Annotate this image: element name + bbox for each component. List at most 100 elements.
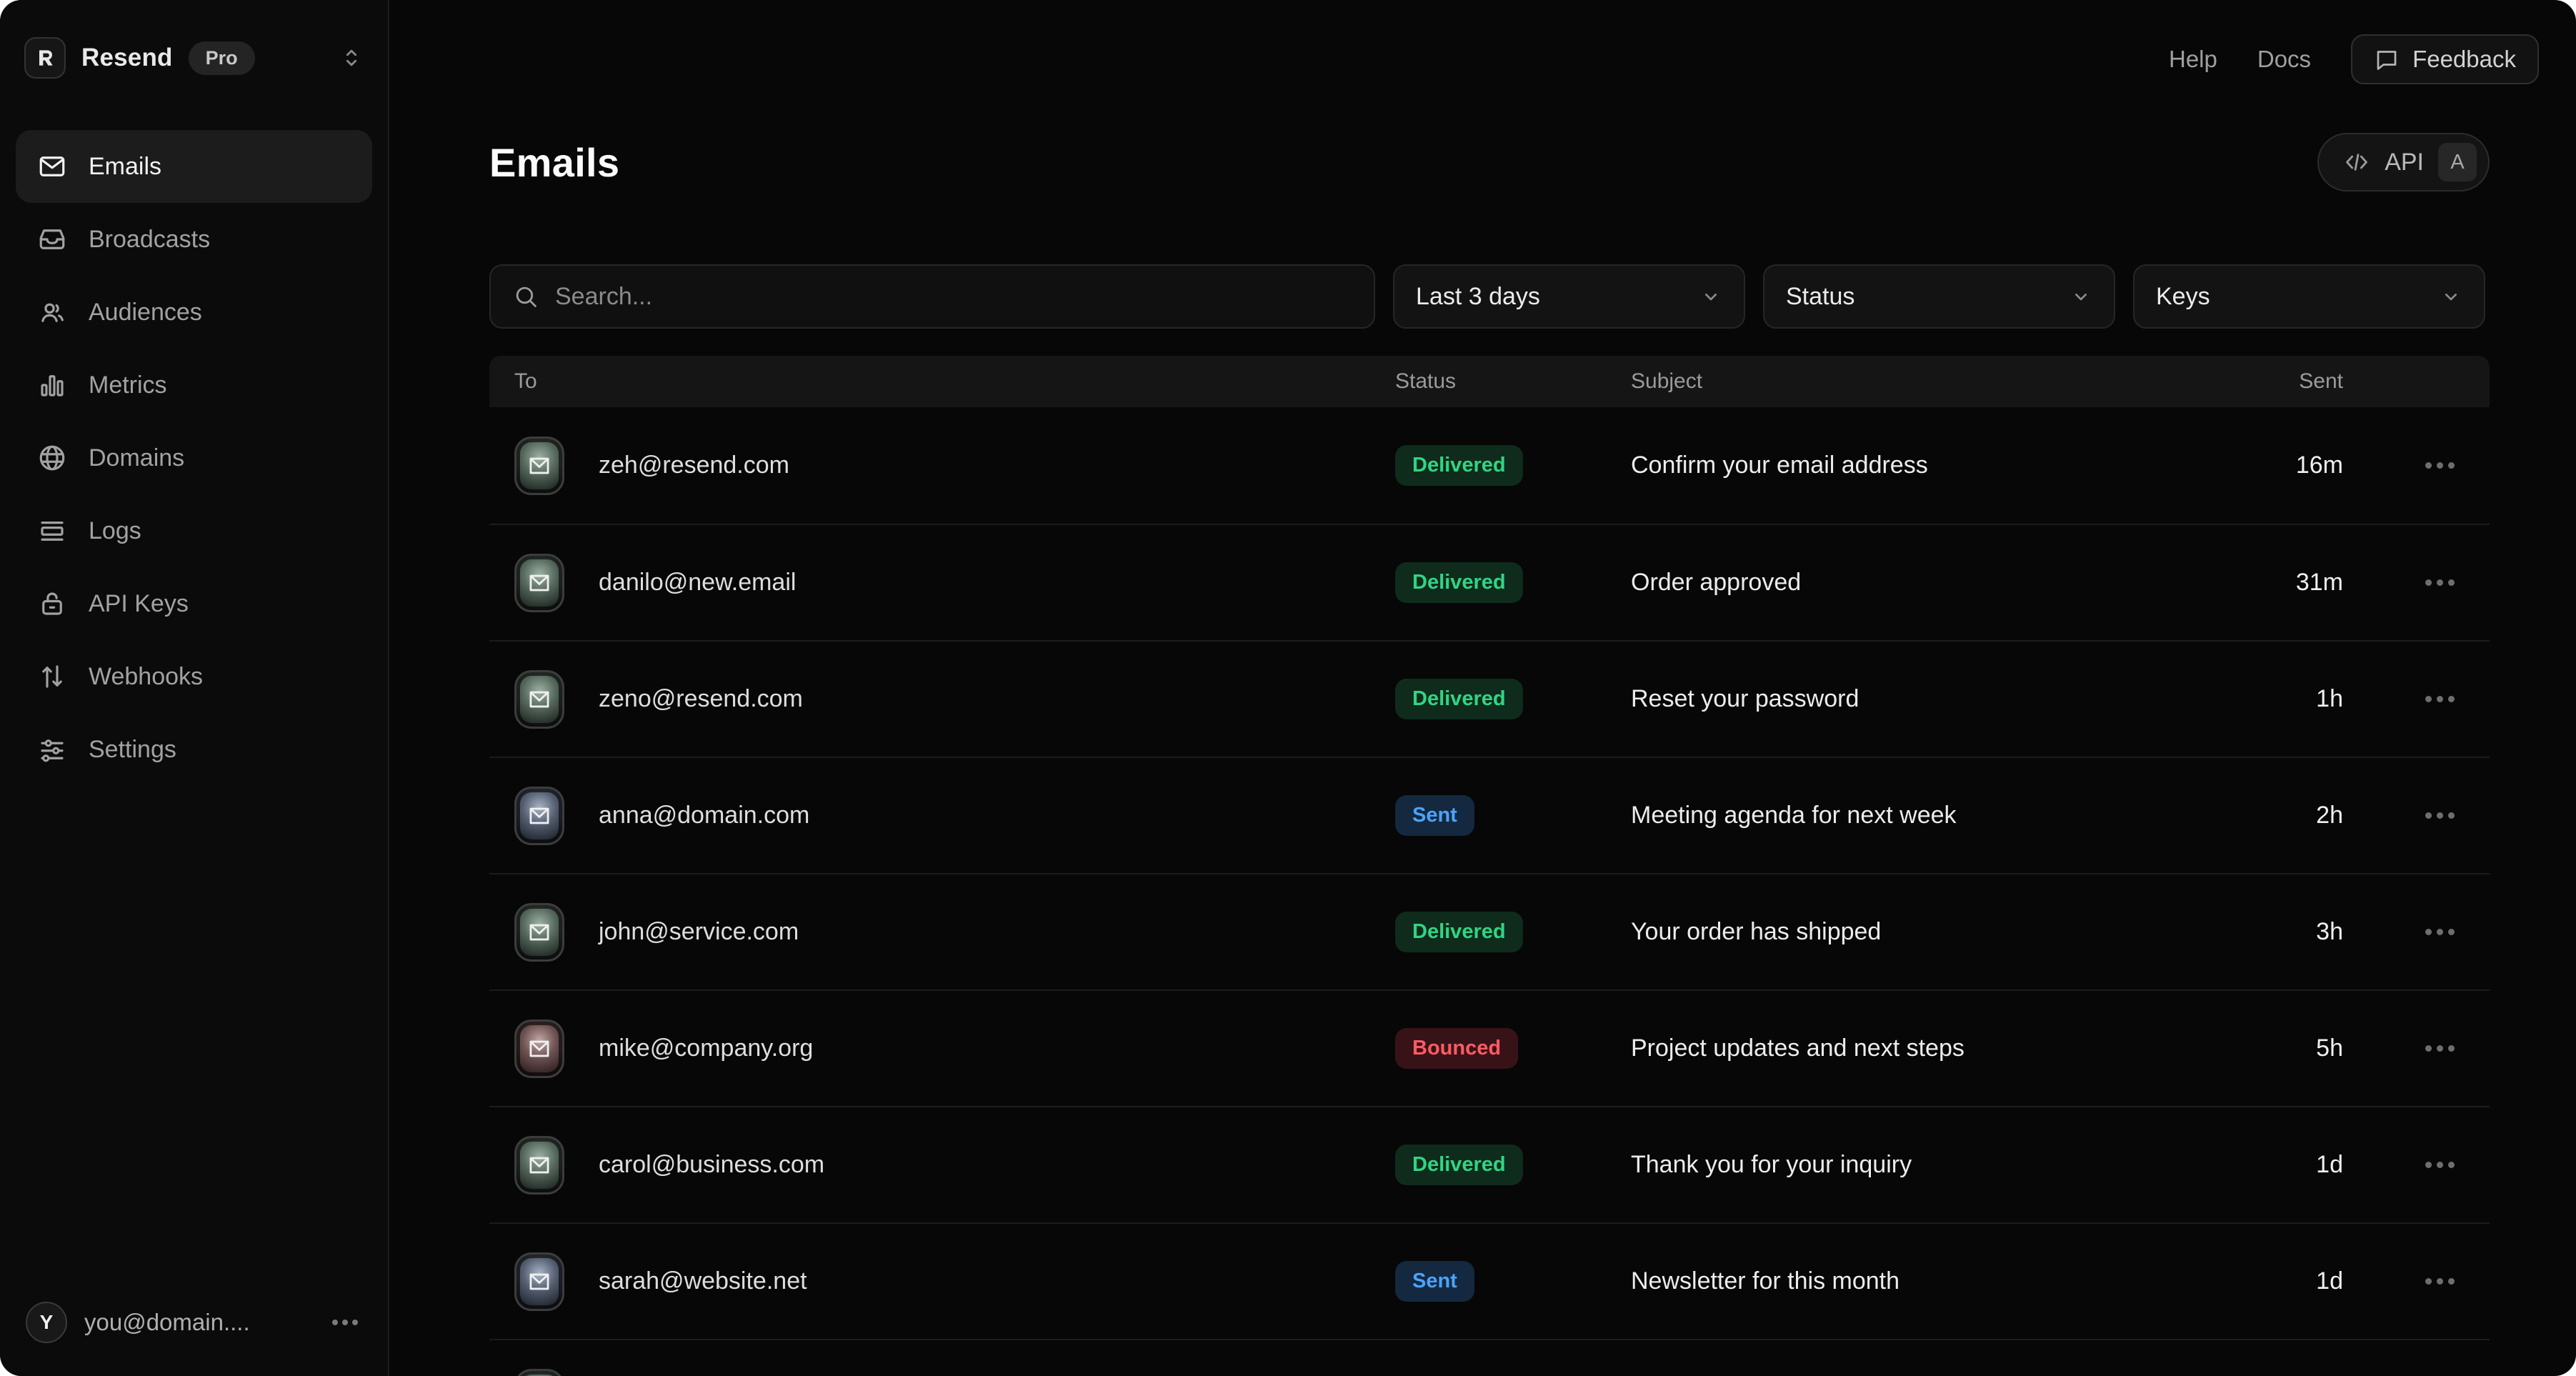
table-row[interactable]: sarah@website.net Sent Newsletter for th… [489, 1222, 2490, 1339]
table-row[interactable]: zeno@resend.com Delivered Reset your pas… [489, 640, 2490, 757]
email-subject: Newsletter for this month [1631, 1267, 2250, 1295]
column-header-to: To [514, 369, 1395, 394]
email-envelope-icon [514, 1019, 564, 1078]
emails-table: To Status Subject Sent zeh@resend.com De… [489, 356, 2490, 1376]
topbar: Help Docs Feedback [2169, 34, 2539, 84]
recipient-email: carol@business.com [599, 1151, 824, 1179]
table-row[interactable]: zeh@resend.com Delivered Confirm your em… [489, 407, 2490, 524]
status-badge: Sent [1395, 795, 1474, 836]
row-menu-icon[interactable] [2425, 1162, 2432, 1168]
status-badge: Sent [1395, 1261, 1474, 1302]
date-range-dropdown[interactable]: Last 3 days [1393, 264, 1745, 329]
logs-icon [37, 516, 67, 546]
sidebar-item-label: Settings [89, 736, 176, 764]
filter-bar: Last 3 days Status Keys [489, 264, 2490, 329]
plan-badge: Pro [189, 41, 255, 75]
sidebar-item-broadcasts[interactable]: Broadcasts [16, 203, 372, 276]
sidebar-nav: Emails Broadcasts Audiences Metrics Doma… [16, 130, 372, 786]
user-email: you@domain.... [84, 1309, 250, 1336]
status-dropdown[interactable]: Status [1763, 264, 2115, 329]
email-envelope-icon [514, 1369, 564, 1376]
email-envelope-icon [514, 1136, 564, 1195]
sidebar-item-logs[interactable]: Logs [16, 494, 372, 567]
search-input[interactable] [555, 283, 1352, 311]
user-account[interactable]: Y you@domain.... [16, 1302, 372, 1343]
row-menu-icon[interactable] [2425, 696, 2432, 702]
chevron-down-icon [1699, 285, 1722, 308]
table-row[interactable]: Delivered [489, 1339, 2490, 1376]
mail-icon [37, 151, 67, 181]
chat-bubble-icon [2374, 46, 2400, 72]
main-panel: Help Docs Feedback Emails API A [389, 0, 2576, 1376]
email-subject: Thank you for your inquiry [1631, 1151, 2250, 1179]
table-row[interactable]: carol@business.com Delivered Thank you f… [489, 1106, 2490, 1222]
row-menu-icon[interactable] [2425, 1278, 2432, 1285]
email-envelope-icon [514, 903, 564, 962]
code-icon [2343, 149, 2370, 176]
recipient-email: zeh@resend.com [599, 452, 789, 479]
recipient-email: mike@company.org [599, 1035, 813, 1062]
email-envelope-icon [514, 437, 564, 495]
sent-time: 5h [2250, 1035, 2343, 1062]
page-title: Emails [489, 139, 619, 186]
email-envelope-icon [514, 1252, 564, 1311]
search-icon [512, 283, 539, 310]
sent-time: 2h [2250, 802, 2343, 829]
sidebar-item-label: Broadcasts [89, 226, 210, 254]
sidebar-item-domains[interactable]: Domains [16, 422, 372, 494]
sidebar-item-settings[interactable]: Settings [16, 713, 372, 786]
status-badge: Delivered [1395, 445, 1523, 486]
sent-time: 1d [2250, 1267, 2343, 1295]
table-row[interactable]: john@service.com Delivered Your order ha… [489, 873, 2490, 989]
user-menu-icon[interactable] [332, 1320, 338, 1325]
sidebar-item-audiences[interactable]: Audiences [16, 276, 372, 349]
email-subject: Reset your password [1631, 685, 2250, 713]
row-menu-icon[interactable] [2425, 462, 2432, 469]
globe-icon [37, 443, 67, 473]
feedback-button[interactable]: Feedback [2351, 34, 2539, 84]
recipient-email: danilo@new.email [599, 569, 796, 597]
recipient-email: anna@domain.com [599, 802, 809, 829]
resend-logo-icon [24, 37, 66, 79]
row-menu-icon[interactable] [2425, 812, 2432, 819]
help-link[interactable]: Help [2169, 46, 2217, 73]
docs-link[interactable]: Docs [2257, 46, 2311, 73]
sent-time: 31m [2250, 569, 2343, 597]
sent-time: 1d [2250, 1151, 2343, 1179]
chevron-down-icon [2440, 285, 2462, 308]
email-subject: Project updates and next steps [1631, 1035, 2250, 1062]
sidebar-item-label: Webhooks [89, 663, 203, 691]
sidebar-item-label: Emails [89, 153, 161, 181]
api-button[interactable]: API A [2317, 133, 2490, 191]
sidebar-item-api-keys[interactable]: API Keys [16, 567, 372, 640]
sidebar-item-webhooks[interactable]: Webhooks [16, 640, 372, 713]
row-menu-icon[interactable] [2425, 929, 2432, 935]
sliders-icon [37, 734, 67, 764]
sent-time: 3h [2250, 918, 2343, 946]
status-badge: Delivered [1395, 679, 1523, 719]
sidebar-item-metrics[interactable]: Metrics [16, 349, 372, 422]
table-row[interactable]: mike@company.org Bounced Project updates… [489, 989, 2490, 1106]
table-row[interactable]: danilo@new.email Delivered Order approve… [489, 524, 2490, 640]
sidebar-item-emails[interactable]: Emails [16, 130, 372, 203]
table-row[interactable]: anna@domain.com Sent Meeting agenda for … [489, 757, 2490, 873]
row-menu-icon[interactable] [2425, 579, 2432, 586]
email-envelope-icon [514, 787, 564, 845]
email-subject: Your order has shipped [1631, 918, 2250, 946]
recipient-email: sarah@website.net [599, 1267, 807, 1295]
table-header: To Status Subject Sent [489, 356, 2490, 407]
sidebar: Resend Pro Emails Broadcasts Audiences M… [0, 0, 389, 1376]
workspace-switcher[interactable]: Resend Pro [16, 37, 372, 79]
arrows-up-down-icon [37, 662, 67, 692]
sidebar-item-label: Metrics [89, 372, 167, 399]
sent-time: 16m [2250, 452, 2343, 479]
users-icon [37, 297, 67, 327]
sidebar-item-label: API Keys [89, 590, 189, 618]
email-subject: Confirm your email address [1631, 452, 2250, 479]
workspace-switch-icon[interactable] [339, 46, 364, 70]
column-header-sent: Sent [2250, 369, 2343, 394]
app-window: Resend Pro Emails Broadcasts Audiences M… [0, 0, 2576, 1376]
keys-dropdown[interactable]: Keys [2133, 264, 2485, 329]
row-menu-icon[interactable] [2425, 1045, 2432, 1052]
lock-icon [37, 589, 67, 619]
